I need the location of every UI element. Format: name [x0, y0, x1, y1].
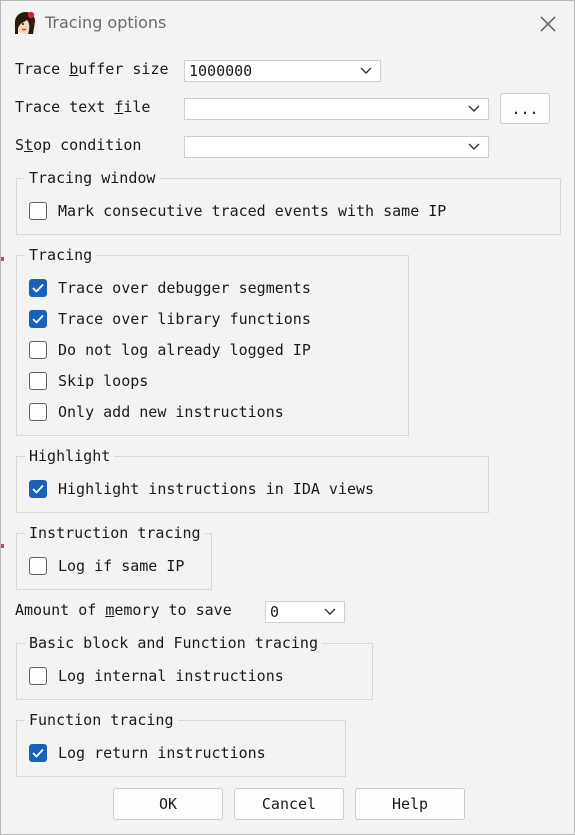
checkbox-box — [29, 744, 47, 762]
checkbox-label: Skip loops — [58, 372, 149, 390]
basic-block-function-tracing-legend: Basic block and Function tracing — [25, 633, 322, 653]
checkbox-label: Trace over debugger segments — [58, 279, 311, 297]
window-edge-marker — [1, 544, 4, 548]
checkbox-box — [29, 202, 47, 220]
stop-condition-combo[interactable] — [184, 136, 489, 158]
checkbox-box — [29, 667, 47, 685]
chevron-down-icon — [468, 143, 480, 150]
checkbox-box — [29, 310, 47, 328]
trace-text-file-combo[interactable] — [184, 98, 489, 120]
checkbox-box — [29, 279, 47, 297]
chevron-down-icon — [468, 105, 480, 112]
tracing-options-dialog: Tracing options Trace buffer size 100000… — [0, 0, 575, 835]
trace-buffer-size-value: 1000000 — [189, 62, 253, 80]
checkbox-box — [29, 403, 47, 421]
checkbox-label: Only add new instructions — [58, 403, 284, 421]
highlight-legend: Highlight — [25, 446, 115, 466]
instruction-tracing-legend: Instruction tracing — [25, 523, 205, 543]
function-tracing-group: Function tracing Log return instructions — [16, 710, 346, 777]
memory-to-save-combo[interactable]: 0 — [265, 601, 345, 623]
window-title: Tracing options — [45, 13, 167, 32]
close-icon — [540, 16, 556, 32]
browse-button[interactable]: ... — [500, 93, 550, 124]
instruction-tracing-group: Instruction tracing Log if same IP — [16, 523, 212, 590]
checkbox-box — [29, 341, 47, 359]
trace-buffer-size-combo[interactable]: 1000000 — [184, 60, 381, 82]
checkmark-icon — [32, 484, 44, 494]
chevron-down-icon — [324, 608, 336, 615]
window-edge-marker — [1, 257, 4, 261]
memory-to-save-value: 0 — [270, 603, 280, 621]
title-bar[interactable]: Tracing options — [1, 1, 574, 45]
stop-condition-label: Stop condition — [15, 136, 142, 154]
basic-block-function-tracing-group: Basic block and Function tracing Log int… — [16, 633, 373, 700]
app-icon — [13, 11, 37, 35]
checkmark-icon — [32, 748, 44, 758]
chevron-down-icon — [360, 67, 372, 74]
checkbox-box — [29, 480, 47, 498]
memory-to-save-label: Amount of memory to save — [15, 601, 232, 619]
checkbox-label: Log internal instructions — [58, 667, 284, 685]
trace-text-file-label: Trace text file — [15, 98, 151, 116]
checkbox-box — [29, 372, 47, 390]
tracing-window-group: Tracing window Mark consecutive traced e… — [16, 168, 561, 235]
checkbox-label: Log return instructions — [58, 744, 266, 762]
tracing-group: Tracing Trace over debugger segments Tra… — [16, 245, 409, 436]
tracing-window-legend: Tracing window — [25, 168, 160, 188]
checkmark-icon — [32, 283, 44, 293]
checkmark-icon — [32, 314, 44, 324]
checkbox-label: Trace over library functions — [58, 310, 311, 328]
help-button[interactable]: Help — [355, 788, 465, 820]
trace-buffer-size-label: Trace buffer size — [15, 60, 169, 78]
checkbox-box — [29, 557, 47, 575]
close-button[interactable] — [533, 9, 563, 39]
checkbox-label: Mark consecutive traced events with same… — [58, 202, 447, 220]
ok-button[interactable]: OK — [113, 788, 223, 820]
checkbox-label: Highlight instructions in IDA views — [58, 480, 375, 498]
cancel-button[interactable]: Cancel — [234, 788, 344, 820]
function-tracing-legend: Function tracing — [25, 710, 178, 730]
highlight-group: Highlight Highlight instructions in IDA … — [16, 446, 489, 513]
checkbox-label: Log if same IP — [58, 557, 185, 575]
tracing-legend: Tracing — [25, 245, 97, 265]
checkbox-label: Do not log already logged IP — [58, 341, 311, 359]
